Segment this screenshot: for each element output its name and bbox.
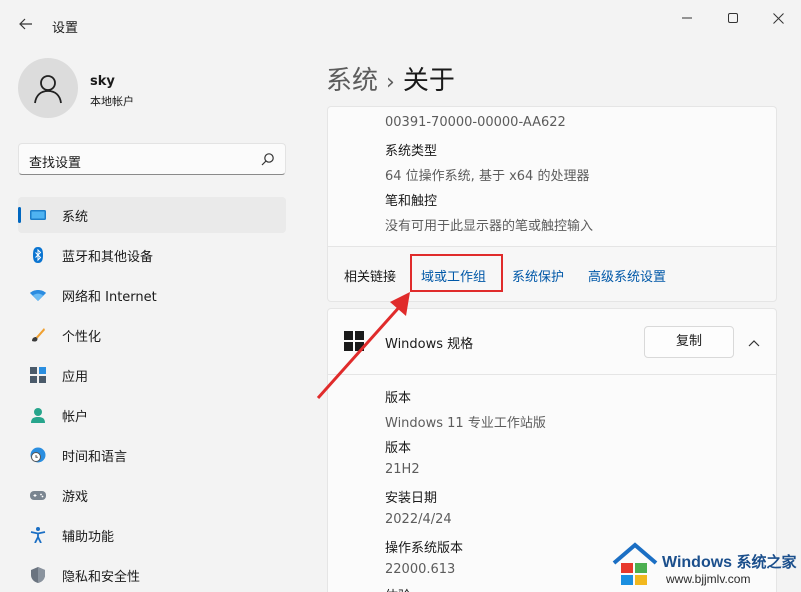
sidebar-item-network[interactable]: 网络和 Internet <box>18 277 286 313</box>
title-bar: 设置 <box>0 0 801 52</box>
advanced-system-settings-link[interactable]: 高级系统设置 <box>588 266 666 285</box>
user-name: sky <box>90 74 115 89</box>
watermark-brand-cn: 系统之家 <box>736 554 797 571</box>
sidebar-item-gaming[interactable]: 游戏 <box>18 477 286 513</box>
person-icon <box>31 408 45 423</box>
page-title: 关于 <box>402 66 455 96</box>
system-type-value: 64 位操作系统, 基于 x64 的处理器 <box>385 169 590 184</box>
system-type-label: 系统类型 <box>385 144 438 159</box>
sidebar-item-system[interactable]: 系统 <box>18 197 286 233</box>
edition-value: Windows 11 专业工作站版 <box>385 416 546 431</box>
shield-icon <box>31 567 45 583</box>
pen-touch-label: 笔和触控 <box>385 194 438 209</box>
sidebar-item-label: 帐户 <box>62 409 89 425</box>
breadcrumb-parent[interactable]: 系统 <box>326 66 378 96</box>
globe-clock-icon <box>30 447 46 463</box>
wifi-icon <box>30 290 46 301</box>
brush-icon <box>32 328 45 342</box>
chevron-up-icon <box>748 340 760 347</box>
minimize-button[interactable] <box>664 0 710 36</box>
search-icon[interactable] <box>261 152 275 166</box>
sidebar-item-label: 应用 <box>62 369 89 385</box>
maximize-icon <box>728 13 738 23</box>
sidebar-item-time-language[interactable]: 时间和语言 <box>18 437 286 473</box>
sidebar-item-privacy-security[interactable]: 隐私和安全性 <box>18 557 286 592</box>
product-id-value: 00391-70000-00000-AA622 <box>385 115 566 130</box>
sidebar-item-label: 个性化 <box>62 329 102 345</box>
sidebar-item-apps[interactable]: 应用 <box>18 357 286 393</box>
search-input[interactable]: 查找设置 <box>18 143 286 175</box>
sidebar-nav: 系统 蓝牙和其他设备 网络和 Internet 个性化 应用 帐户 时间和语言 … <box>18 197 286 592</box>
accessibility-icon <box>30 527 46 543</box>
user-icon <box>34 75 62 104</box>
maximize-button[interactable] <box>710 0 756 36</box>
close-button[interactable] <box>755 0 801 36</box>
gamepad-icon <box>30 491 46 500</box>
install-date-label: 安装日期 <box>385 491 438 506</box>
bluetooth-icon <box>33 247 43 263</box>
search-placeholder: 查找设置 <box>29 156 82 171</box>
copy-button[interactable]: 复制 <box>644 326 734 358</box>
account-type: 本地帐户 <box>90 95 134 108</box>
display-icon <box>30 210 46 220</box>
sidebar-item-label: 辅助功能 <box>62 529 115 545</box>
sidebar-item-accessibility[interactable]: 辅助功能 <box>18 517 286 553</box>
back-button[interactable] <box>12 10 40 38</box>
sidebar-item-personalization[interactable]: 个性化 <box>18 317 286 353</box>
watermark: Windows 系统之家 www.bjjmlv.com <box>604 537 801 592</box>
device-spec-card: 00391-70000-00000-AA622 系统类型 64 位操作系统, 基… <box>327 106 777 246</box>
sidebar-item-label: 时间和语言 <box>62 449 128 465</box>
breadcrumb: 系统 › 关于 <box>326 60 455 97</box>
sidebar-item-label: 系统 <box>62 209 89 225</box>
pen-touch-value: 没有可用于此显示器的笔或触控输入 <box>385 219 594 234</box>
close-icon <box>772 12 784 24</box>
version-label: 版本 <box>385 441 412 456</box>
sidebar-item-label: 游戏 <box>62 489 89 505</box>
avatar[interactable] <box>18 58 78 118</box>
app-title: 设置 <box>52 21 79 36</box>
experience-label: 体验 <box>385 585 411 592</box>
apps-icon <box>30 367 46 383</box>
back-arrow-icon <box>19 18 32 30</box>
watermark-url: www.bjjmlv.com <box>666 572 751 586</box>
annotation-arrow <box>316 292 410 399</box>
sidebar-item-bluetooth[interactable]: 蓝牙和其他设备 <box>18 237 286 273</box>
sidebar-item-label: 隐私和安全性 <box>62 569 141 585</box>
domain-workgroup-link[interactable]: 域或工作组 <box>421 266 486 285</box>
os-build-value: 22000.613 <box>385 562 456 577</box>
breadcrumb-separator: › <box>386 70 395 95</box>
system-protection-link[interactable]: 系统保护 <box>512 266 564 285</box>
os-build-label: 操作系统版本 <box>385 541 464 556</box>
watermark-brand: Windows 系统之家 <box>662 551 797 572</box>
watermark-brand-en: Windows <box>662 554 733 571</box>
collapse-button[interactable] <box>742 331 766 355</box>
sidebar-item-label: 蓝牙和其他设备 <box>62 249 154 265</box>
install-date-value: 2022/4/24 <box>385 512 452 527</box>
sidebar-item-accounts[interactable]: 帐户 <box>18 397 286 433</box>
sidebar-item-label: 网络和 Internet <box>62 289 157 305</box>
minimize-icon <box>682 17 692 19</box>
version-value: 21H2 <box>385 462 420 477</box>
windows-house-logo-icon <box>612 542 658 585</box>
